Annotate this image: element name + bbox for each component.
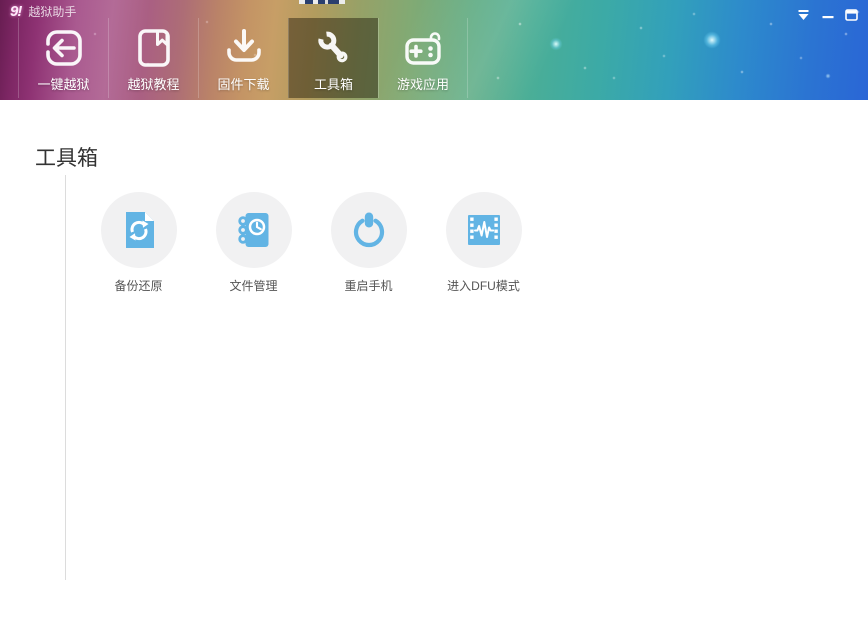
- file-manager-icon: [232, 208, 276, 252]
- tab-label: 游戏应用: [397, 74, 449, 93]
- menu-button[interactable]: [796, 8, 811, 22]
- tab-toolbox[interactable]: 工具箱: [288, 18, 378, 98]
- gamepad-icon: [400, 25, 446, 71]
- app-logo-icon: 9!: [10, 3, 21, 20]
- backup-restore-icon: [117, 208, 161, 252]
- app-window: 9! 越狱助手: [0, 0, 868, 638]
- minimize-button[interactable]: [820, 8, 835, 22]
- tab-label: 一键越狱: [37, 74, 89, 93]
- minimize-icon: [822, 9, 834, 21]
- window-controls: [796, 8, 859, 22]
- tool-grid: 备份还原 文件管理 重启手机: [81, 192, 541, 294]
- tab-label: 固件下载: [217, 74, 269, 93]
- tab-one-click-jailbreak[interactable]: 一键越狱: [18, 18, 108, 98]
- tab-label: 工具箱: [314, 74, 353, 93]
- app-title: 越狱助手: [28, 3, 76, 20]
- maximize-icon: [845, 9, 858, 21]
- tab-firmware-download[interactable]: 固件下载: [198, 18, 288, 98]
- tool-circle: [446, 192, 522, 268]
- tool-label: 进入DFU模式: [447, 277, 520, 294]
- background-window-sliver: [299, 0, 345, 4]
- header: 9! 越狱助手: [0, 0, 868, 100]
- download-icon: [221, 25, 267, 71]
- nav-tabs: 一键越狱 越狱教程 固件下载: [18, 18, 468, 98]
- tool-label: 备份还原: [114, 277, 162, 294]
- dropdown-triangle-icon: [797, 9, 810, 21]
- tool-circle: [216, 192, 292, 268]
- tab-game-apps[interactable]: 游戏应用: [378, 18, 468, 98]
- maximize-button[interactable]: [844, 8, 859, 22]
- tool-label: 文件管理: [229, 277, 277, 294]
- tool-file-manager[interactable]: 文件管理: [196, 192, 311, 294]
- book-bookmark-icon: [131, 25, 177, 71]
- tool-circle: [101, 192, 177, 268]
- tool-restart-phone[interactable]: 重启手机: [311, 192, 426, 294]
- tool-label: 重启手机: [344, 277, 392, 294]
- dfu-film-icon: [462, 208, 506, 252]
- tool-circle: [331, 192, 407, 268]
- vertical-divider: [65, 175, 66, 580]
- page-title: 工具箱: [35, 142, 98, 172]
- tool-enter-dfu-mode[interactable]: 进入DFU模式: [426, 192, 541, 294]
- tab-label: 越狱教程: [127, 74, 179, 93]
- tab-jailbreak-tutorial[interactable]: 越狱教程: [108, 18, 198, 98]
- back-arrow-box-icon: [41, 25, 87, 71]
- tool-backup-restore[interactable]: 备份还原: [81, 192, 196, 294]
- power-icon: [347, 208, 391, 252]
- wrench-icon: [311, 25, 357, 71]
